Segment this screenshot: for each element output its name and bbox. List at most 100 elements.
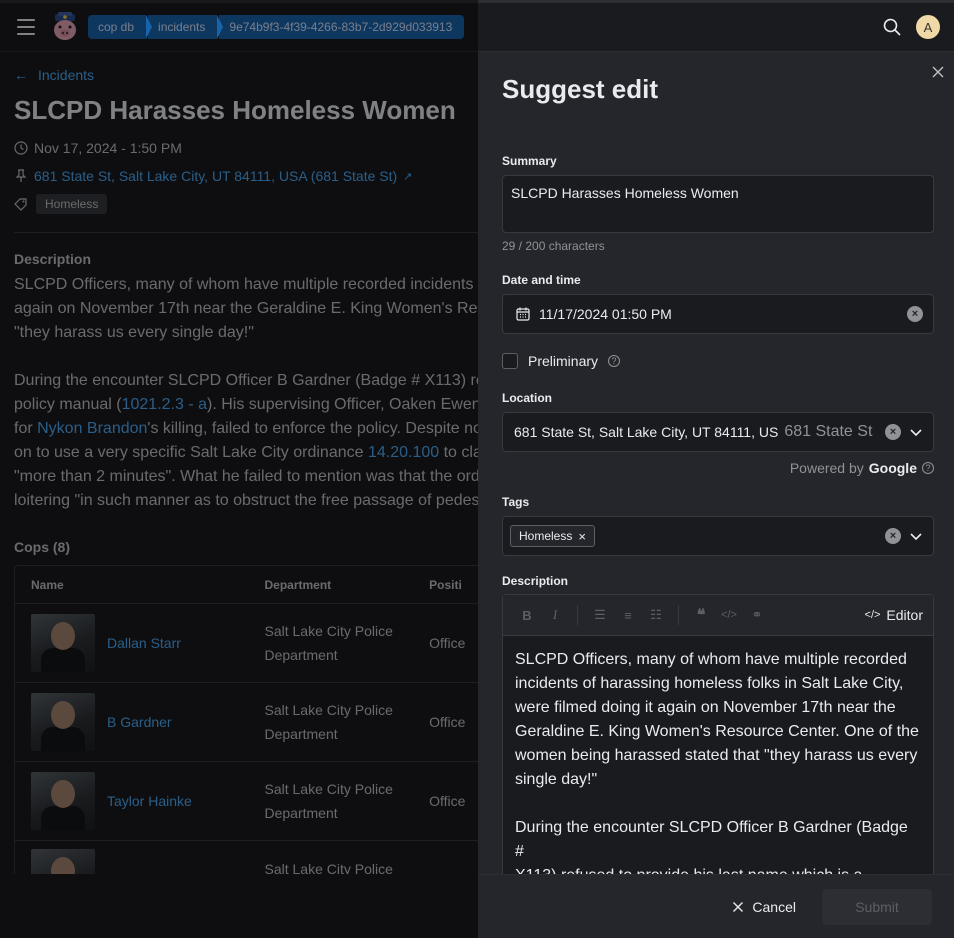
menu-icon[interactable] <box>14 17 38 37</box>
location-label: Location <box>502 391 552 405</box>
preliminary-checkbox[interactable] <box>502 353 518 369</box>
table-row[interactable]: B Gardner Salt Lake City Police Department… <box>15 683 484 762</box>
table-header: Name Department Positi <box>15 566 484 604</box>
pig-cop-logo-icon[interactable] <box>50 12 80 42</box>
cop-name-link[interactable]: Taylor Hainke <box>107 793 192 809</box>
text-segment: During the encounter SLCPD Officer B Gar… <box>515 819 908 860</box>
text-segment: X113) refused to provide his last name w… <box>515 867 862 874</box>
table-row[interactable]: Taylor Hainke Salt Lake City Police Depart… <box>15 762 484 841</box>
incident-description: SLCPD Officers, many of whom have multip… <box>14 273 484 513</box>
text-line: on to use a very specific Salt Lake City… <box>14 441 484 465</box>
column-header-department[interactable]: Department <box>264 573 429 597</box>
text-segment: "they harass us every single day!" <box>14 324 254 341</box>
search-icon[interactable] <box>882 17 902 37</box>
task-list-icon[interactable]: ☷ <box>642 607 670 623</box>
cop-name-link[interactable]: Dallan Starr <box>107 635 181 651</box>
cop-department-cell: Salt Lake City Police Department <box>264 619 429 667</box>
date-time-label: Date and time <box>502 273 581 287</box>
clear-tags-icon[interactable]: × <box>885 528 901 544</box>
incident-location-link[interactable]: 681 State St, Salt Lake City, UT 84111, … <box>34 168 397 184</box>
text-segment: During the encounter SLCPD Officer B Gar… <box>14 372 484 389</box>
cop-photo <box>31 693 95 751</box>
location-input[interactable]: 681 State St, Salt Lake City, UT 84111, … <box>502 412 934 452</box>
text-line: During the encounter SLCPD Officer B Gar… <box>515 816 921 864</box>
text-line: were filmed doing it again on November 1… <box>515 696 921 720</box>
chevron-down-icon[interactable] <box>909 425 923 439</box>
column-header-name[interactable]: Name <box>15 578 264 592</box>
chevron-down-icon[interactable] <box>909 529 923 543</box>
tags-input[interactable]: Homeless × × <box>502 516 934 556</box>
text-segment: on to use a very specific Salt Lake City… <box>14 444 368 461</box>
text-segment: loitering "in such manner as to obstruct… <box>14 492 480 509</box>
cop-photo <box>31 614 95 672</box>
italic-icon[interactable]: I <box>541 607 569 623</box>
bullet-list-icon[interactable]: ☰ <box>586 607 614 623</box>
link-icon[interactable]: ⚭ <box>743 607 771 623</box>
text-line: X113) refused to provide his last name w… <box>515 864 921 874</box>
column-header-position[interactable]: Positi <box>429 578 484 592</box>
text-line: incidents of harassing homeless folks in… <box>515 672 921 696</box>
cancel-label: Cancel <box>752 898 796 915</box>
blockquote-icon[interactable]: ❝ <box>687 605 715 625</box>
breadcrumb-incidents[interactable]: incidents <box>148 15 224 39</box>
tags-label: Tags <box>502 495 530 509</box>
cop-name-link[interactable]: B Gardner <box>107 714 172 730</box>
summary-input[interactable]: SLCPD Harasses Homeless Women <box>502 175 934 233</box>
remove-tag-icon[interactable]: × <box>578 529 586 544</box>
inline-link[interactable]: 14.20.100 <box>368 444 439 461</box>
powered-by-label: Powered by <box>789 460 864 476</box>
inline-link[interactable]: Nykon Brandon <box>37 420 147 437</box>
breadcrumb-incident-id[interactable]: 9e74b9f3-4f39-4266-83b7-2d929d033913 <box>219 15 465 39</box>
text-segment: to cla <box>439 444 482 461</box>
text-segment: Geraldine E. King Women's Resource Cente… <box>515 723 919 740</box>
table-row[interactable]: Dallan Starr Salt Lake City Police Departm… <box>15 604 484 683</box>
text-segment: SLCPD Officers, many of whom have multip… <box>515 651 907 668</box>
editor-mode-button[interactable]: </> Editor <box>865 607 923 623</box>
toolbar-divider <box>577 605 578 625</box>
text-segment: SLCPD Officers, many of whom have multip… <box>14 276 484 293</box>
avatar[interactable]: A <box>916 15 940 39</box>
preliminary-row: Preliminary ? <box>502 353 934 369</box>
pin-icon <box>15 169 27 182</box>
description-editor-content[interactable]: SLCPD Officers, many of whom have multip… <box>503 636 933 874</box>
summary-char-count: 29 / 200 characters <box>502 239 605 253</box>
description-label: Description <box>502 574 569 588</box>
cop-department-cell: Salt Lake City Police Department <box>264 698 429 746</box>
code-icon[interactable]: </> <box>715 609 743 621</box>
description-editor: B I ☰ ≡ ☷ ❝ </> ⚭ </> Editor SLCPD Offic… <box>502 594 934 874</box>
help-icon[interactable]: ? <box>922 462 934 474</box>
submit-button[interactable]: Submit <box>822 888 932 925</box>
text-line: "more than 2 minutes". What he failed to… <box>14 465 484 489</box>
clear-location-icon[interactable]: × <box>885 424 901 440</box>
cancel-button[interactable]: Cancel <box>718 889 810 925</box>
cops-table: Name Department Positi Dallan Starr Salt … <box>14 565 484 921</box>
text-line: single day!" <box>515 768 921 792</box>
text-segment: again on November 17th near the Geraldin… <box>14 300 484 317</box>
drawer-footer: Cancel Submit <box>478 874 954 938</box>
breadcrumb-label: incidents <box>158 20 206 34</box>
department-line: Department <box>264 726 338 742</box>
powered-by-google: Powered by Google ? <box>502 460 934 476</box>
preliminary-label: Preliminary <box>528 353 599 369</box>
clear-date-icon[interactable]: × <box>907 306 923 322</box>
editor-mode-label: Editor <box>886 607 923 623</box>
ordered-list-icon[interactable]: ≡ <box>614 608 642 623</box>
breadcrumb-cop-db[interactable]: cop db <box>88 15 153 39</box>
help-icon[interactable]: ? <box>608 355 621 367</box>
text-segment: 's killing, failed to enforce the policy… <box>147 420 482 437</box>
google-logo: Google <box>868 460 917 476</box>
text-segment: single day!" <box>515 771 598 788</box>
clock-icon <box>14 141 28 155</box>
inline-link[interactable]: 1021.2.3 - a <box>122 396 207 413</box>
arrow-left-icon: ← <box>14 67 28 83</box>
external-link-icon: ↗ <box>403 170 413 183</box>
breadcrumb-label: cop db <box>98 20 135 34</box>
text-segment: "more than 2 minutes". What he failed to… <box>14 468 480 485</box>
tag-pill: Homeless × <box>510 525 595 547</box>
bold-icon[interactable]: B <box>513 608 541 623</box>
date-time-input[interactable]: 11/17/2024 01:50 PM × <box>502 294 934 334</box>
tag-icon <box>14 198 27 211</box>
cop-department-cell: Salt Lake City Police Department <box>264 777 429 825</box>
drawer-title: Suggest edit <box>502 74 659 104</box>
cop-name-cell: Taylor Hainke <box>15 772 264 830</box>
